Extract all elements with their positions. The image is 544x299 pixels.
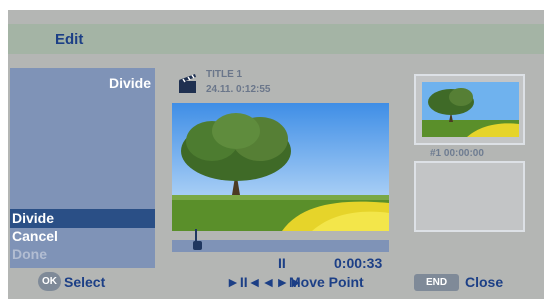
close-label: Close bbox=[465, 274, 504, 290]
title-datetime: 24.11. 0:12:55 bbox=[206, 84, 271, 95]
video-preview bbox=[172, 103, 389, 231]
title-name: TITLE 1 bbox=[206, 69, 243, 80]
pause-status: II bbox=[278, 255, 286, 271]
thumbnail-1[interactable] bbox=[414, 74, 525, 145]
time-counter: 0:00:33 bbox=[334, 255, 383, 271]
title-info: TITLE 1 24.11. 0:12:55 bbox=[206, 67, 271, 97]
playhead-handle[interactable] bbox=[193, 241, 202, 250]
clapperboard-icon bbox=[178, 72, 198, 94]
menu-item-cancel[interactable]: Cancel bbox=[10, 227, 155, 246]
menu-item-divide[interactable]: Divide bbox=[10, 209, 155, 228]
divide-panel: Divide Divide Cancel Done bbox=[10, 68, 155, 268]
menu-item-done: Done bbox=[12, 246, 47, 262]
panel-heading: Divide bbox=[108, 75, 151, 91]
ok-icon: OK bbox=[38, 272, 61, 291]
end-icon: END bbox=[414, 274, 459, 291]
select-label: Select bbox=[64, 274, 106, 290]
timeline[interactable] bbox=[172, 229, 389, 252]
page-title: Edit bbox=[55, 31, 84, 48]
screen: Edit Divide Divide Cancel Done TITLE 1 2… bbox=[8, 10, 544, 299]
thumbnail-image bbox=[422, 82, 519, 137]
thumbnail-label: #1 00:00:00 bbox=[430, 148, 484, 159]
title-bar: Edit bbox=[8, 24, 544, 54]
move-point-label: Move Point bbox=[289, 274, 364, 290]
thumbnail-2-empty bbox=[414, 161, 525, 232]
